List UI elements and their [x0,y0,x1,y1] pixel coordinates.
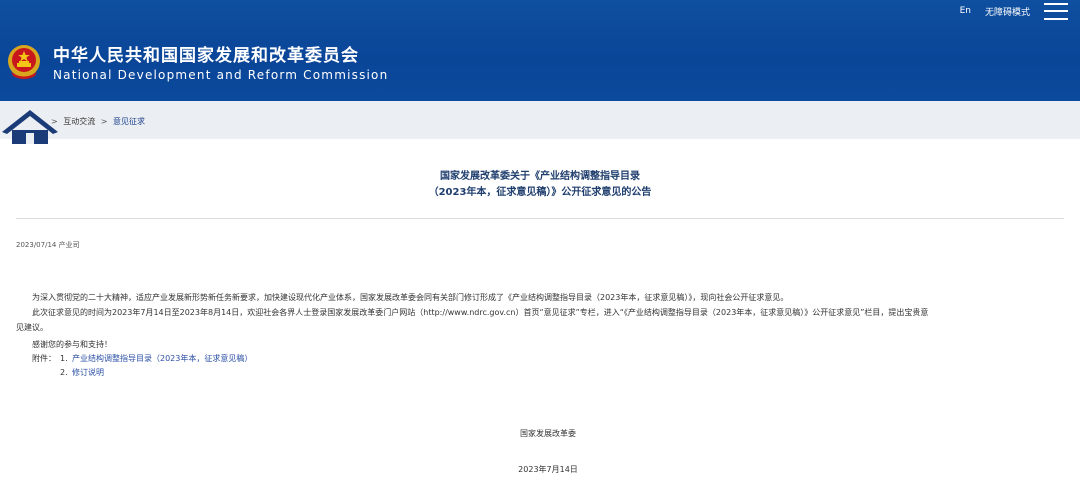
attachments-label: 附件： [32,354,56,363]
menu-icon[interactable] [1044,2,1068,20]
paragraph-1: 为深入贯彻党的二十大精神，适应产业发展新形势新任务新要求，加快建设现代化产业体系… [32,293,789,302]
national-emblem-icon [8,45,40,79]
breadcrumb: > 互动交流 > 意见征求 [0,101,1080,144]
site-title-en[interactable]: National Development and Reform Commissi… [53,68,388,82]
paragraph-2-line2: 见建议。 [16,323,48,332]
attachment-2-link[interactable]: 修订说明 [72,367,104,378]
site-header: En 无障碍模式 中华人民共和国国家发展和改革委员会 National Deve… [0,0,1080,101]
signature-org: 国家发展改革委 [520,429,576,438]
top-links: En 无障碍模式 [960,0,1080,22]
breadcrumb-separator: > [51,117,58,126]
english-link[interactable]: En [960,6,971,16]
article-title-line1: 国家发展改革委关于《产业结构调整指导目录 [440,171,640,182]
article-title-line2: （2023年本，征求意见稿）》公开征求意见的公告 [428,187,652,198]
divider [16,218,1064,219]
attachment-1-number: 1. [60,354,68,363]
article-meta: 2023/07/14 产业司 [16,241,80,249]
breadcrumb-separator: > [100,117,108,126]
breadcrumb-solicitation[interactable]: 意见征求 [113,117,145,126]
paragraph-2-line1: 此次征求意见的时间为2023年7月14日至2023年8月14日，欢迎社会各界人士… [32,308,929,317]
signature-date: 2023年7月14日 [518,465,578,474]
accessibility-mode-link[interactable]: 无障碍模式 [985,5,1030,18]
site-title-cn[interactable]: 中华人民共和国国家发展和改革委员会 [53,46,359,66]
attachment-2-number: 2. [60,368,68,377]
breadcrumb-interaction[interactable]: 互动交流 [63,117,95,126]
attachment-1-link[interactable]: 产业结构调整指导目录（2023年本，征求意见稿） [72,353,252,364]
paragraph-3: 感谢您的参与和支持！ [32,340,112,349]
